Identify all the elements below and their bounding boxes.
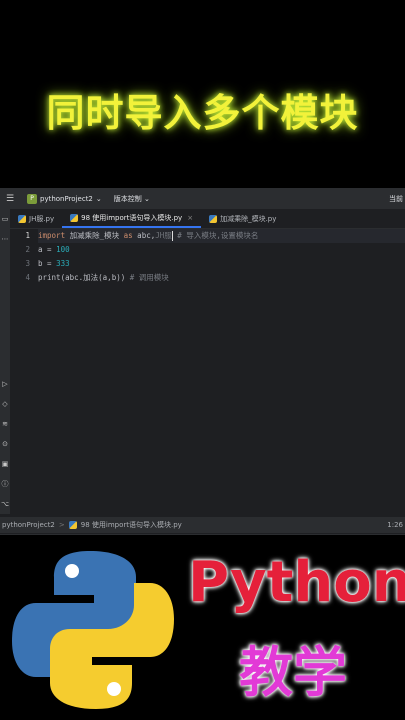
python-logo-yellow-eye: [107, 682, 121, 696]
main-menu-icon[interactable]: ☰: [3, 192, 17, 206]
close-icon[interactable]: ×: [187, 214, 193, 222]
vcs-label: 版本控制: [113, 195, 142, 203]
breadcrumb-file[interactable]: 98 使用import语句导入模块.py: [81, 520, 182, 530]
layers-icon[interactable]: ≋: [2, 414, 8, 434]
keyword: as: [123, 231, 133, 240]
print-call: print(abc.加法(a,b)): [38, 273, 126, 282]
code-line-2[interactable]: a = 100: [38, 243, 405, 257]
problems-icon[interactable]: ⓘ: [2, 474, 9, 494]
topbar-right-text[interactable]: 当前: [389, 189, 403, 209]
status-bar: pythonProject2 > 98 使用import语句导入模块.py 1:…: [0, 517, 405, 533]
code-line-1[interactable]: import 加减乘除_模块 as abc,JH服 # 导入模块,设置模块名: [38, 229, 405, 243]
brand-title: Python: [188, 550, 405, 615]
module-alias: abc,: [132, 231, 156, 240]
cursor-position[interactable]: 1:26: [387, 517, 403, 533]
project-badge-icon: P: [27, 194, 37, 204]
tab-import-statement[interactable]: 98 使用import语句导入模块.py ×: [62, 210, 202, 228]
code-line-4[interactable]: print(abc.加法(a,b)) # 调用模块: [38, 271, 405, 285]
breadcrumb-project[interactable]: pythonProject2: [2, 521, 55, 529]
project-name: pythonProject2: [40, 195, 93, 203]
vcs-menu[interactable]: 版本控制 ⌄: [114, 194, 150, 204]
python-logo: [12, 551, 174, 709]
tab-arith-module[interactable]: 加减乘除_模块.py: [201, 210, 284, 228]
ide-topbar: ☰ P pythonProject2 ⌄ 版本控制 ⌄ 当前: [0, 189, 405, 209]
chevron-down-icon: ⌄: [95, 195, 102, 203]
line-number: 2: [25, 245, 30, 254]
tab-jh[interactable]: JH服.py: [10, 210, 62, 228]
terminal-icon[interactable]: ▣: [2, 454, 9, 474]
number-literal: 333: [56, 259, 70, 268]
keyword: import: [38, 231, 66, 240]
services-icon[interactable]: ⊙: [2, 434, 8, 454]
python-logo-blue-eye: [65, 564, 79, 578]
line-number: 4: [25, 273, 30, 282]
ide-window: ☰ P pythonProject2 ⌄ 版本控制 ⌄ 当前 ▭ ⋯ ▷ ◇ ≋…: [0, 188, 405, 535]
project-selector[interactable]: P pythonProject2 ⌄: [27, 194, 102, 204]
module-name: 加减乘除_模块: [65, 231, 124, 240]
project-tool-icon[interactable]: ▭: [2, 209, 9, 229]
structure-tool-icon[interactable]: ⋯: [2, 229, 9, 249]
editor-tabs: JH服.py 98 使用import语句导入模块.py × 加减乘除_模块.py: [10, 210, 405, 229]
assignment: b =: [38, 259, 57, 268]
python-file-icon: [18, 215, 26, 223]
python-file-icon: [209, 215, 218, 223]
tool-window-rail: ▭ ⋯ ▷ ◇ ≋ ⊙ ▣ ⓘ ⌥: [0, 209, 10, 514]
comment: # 调用模块: [125, 273, 169, 282]
line-number-gutter: 1 2 3 4: [10, 229, 36, 514]
tab-label: 98 使用import语句导入模块.py: [81, 214, 183, 222]
python-file-icon: [68, 521, 77, 529]
tab-label: JH服.py: [29, 215, 55, 223]
number-literal: 100: [56, 245, 70, 254]
vcs-tool-icon[interactable]: ⌥: [1, 494, 9, 514]
brand-subtitle: 教学: [239, 641, 347, 704]
run-tool-icon[interactable]: ▷: [2, 374, 7, 394]
chevron-down-icon: ⌄: [144, 195, 150, 203]
module-name: JH服: [155, 231, 172, 240]
breadcrumb-separator: >: [58, 521, 65, 529]
code-line-3[interactable]: b = 333: [38, 257, 405, 271]
line-number: 3: [25, 259, 30, 268]
assignment: a =: [38, 245, 57, 254]
python-packages-icon[interactable]: ◇: [2, 394, 7, 414]
code-editor[interactable]: import 加减乘除_模块 as abc,JH服 # 导入模块,设置模块名 a…: [38, 229, 405, 514]
tab-label: 加减乘除_模块.py: [220, 215, 277, 223]
comment: # 导入模块,设置模块名: [172, 231, 259, 240]
video-headline: 同时导入多个模块: [46, 91, 359, 135]
line-number: 1: [25, 231, 30, 240]
python-file-icon: [70, 214, 79, 222]
